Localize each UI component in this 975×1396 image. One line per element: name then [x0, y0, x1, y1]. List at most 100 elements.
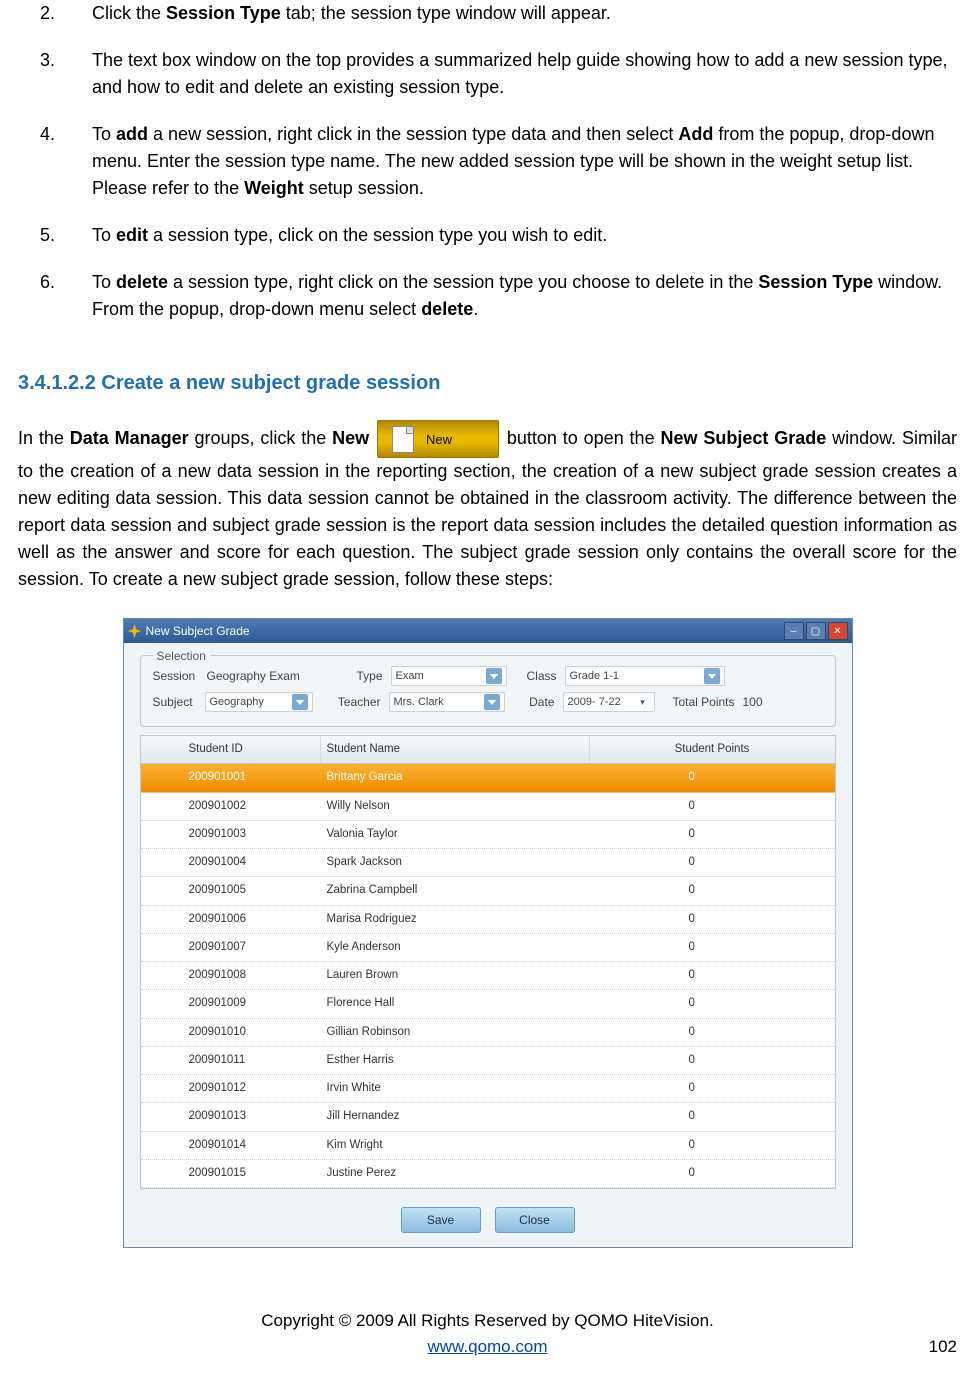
table-row[interactable]: 200901014Kim Wright0: [141, 1132, 835, 1160]
cell-student-points[interactable]: 0: [589, 1075, 835, 1102]
date-picker[interactable]: 2009- 7-22▾: [563, 692, 655, 712]
cell-student-id: 200901008: [141, 962, 321, 989]
table-row[interactable]: 200901015Justine Perez0: [141, 1160, 835, 1188]
cell-student-points[interactable]: 0: [589, 990, 835, 1017]
step-text: Click the Session Type tab; the session …: [92, 0, 957, 27]
cell-student-name: Brittany Garcia: [321, 764, 589, 791]
cell-student-points[interactable]: 0: [589, 849, 835, 876]
student-grid: Student ID Student Name Student Points 2…: [140, 735, 836, 1189]
type-combo[interactable]: Exam: [391, 666, 507, 686]
class-combo[interactable]: Grade 1-1: [565, 666, 725, 686]
selection-legend: Selection: [153, 647, 210, 665]
cell-student-id: 200901013: [141, 1103, 321, 1130]
cell-student-id: 200901012: [141, 1075, 321, 1102]
table-row[interactable]: 200901010Gillian Robinson0: [141, 1019, 835, 1047]
cell-student-points[interactable]: 0: [589, 877, 835, 904]
table-row[interactable]: 200901012Irvin White0: [141, 1075, 835, 1103]
cell-student-id: 200901003: [141, 821, 321, 848]
new-subject-grade-window: New Subject Grade – ▢ ✕ Selection Sessio…: [123, 618, 853, 1248]
cell-student-points[interactable]: 0: [589, 934, 835, 961]
cell-student-points[interactable]: 0: [589, 821, 835, 848]
step-text: The text box window on the top provides …: [92, 47, 957, 101]
step-number: 5.: [18, 222, 92, 249]
section-heading: 3.4.1.2.2 Create a new subject grade ses…: [18, 368, 957, 398]
cell-student-name: Justine Perez: [321, 1160, 589, 1187]
total-points-label: Total Points: [655, 693, 741, 711]
cell-student-id: 200901007: [141, 934, 321, 961]
cell-student-id: 200901004: [141, 849, 321, 876]
step-number: 3.: [18, 47, 92, 101]
cell-student-id: 200901002: [141, 793, 321, 820]
cell-student-id: 200901009: [141, 990, 321, 1017]
type-label: Type: [327, 667, 391, 685]
step-text: To edit a session type, click on the ses…: [92, 222, 957, 249]
subject-label: Subject: [153, 693, 205, 711]
table-row[interactable]: 200901002Willy Nelson0: [141, 793, 835, 821]
cell-student-points[interactable]: 0: [589, 962, 835, 989]
cell-student-points[interactable]: 0: [589, 764, 835, 791]
instruction-item: 4.To add a new session, right click in t…: [18, 121, 957, 202]
class-label: Class: [507, 667, 565, 685]
step-text: To delete a session type, right click on…: [92, 269, 957, 323]
close-window-button[interactable]: Close: [495, 1207, 575, 1233]
table-row[interactable]: 200901001Brittany Garcia0: [141, 764, 835, 792]
save-button[interactable]: Save: [401, 1207, 481, 1233]
maximize-button[interactable]: ▢: [806, 622, 826, 640]
cell-student-name: Irvin White: [321, 1075, 589, 1102]
table-row[interactable]: 200901004Spark Jackson0: [141, 849, 835, 877]
session-field[interactable]: Geography Exam: [205, 667, 327, 685]
table-row[interactable]: 200901005Zabrina Campbell0: [141, 877, 835, 905]
cell-student-points[interactable]: 0: [589, 1047, 835, 1074]
cell-student-points[interactable]: 0: [589, 1160, 835, 1187]
cell-student-points[interactable]: 0: [589, 1132, 835, 1159]
total-points-field[interactable]: 100: [741, 693, 783, 711]
cell-student-points[interactable]: 0: [589, 1019, 835, 1046]
step-text: To add a new session, right click in the…: [92, 121, 957, 202]
cell-student-points[interactable]: 0: [589, 906, 835, 933]
col-student-id[interactable]: Student ID: [141, 736, 321, 763]
cell-student-name: Kyle Anderson: [321, 934, 589, 961]
cell-student-name: Gillian Robinson: [321, 1019, 589, 1046]
cell-student-id: 200901010: [141, 1019, 321, 1046]
cell-student-name: Kim Wright: [321, 1132, 589, 1159]
dropdown-arrow-icon: [484, 694, 500, 710]
cell-student-id: 200901006: [141, 906, 321, 933]
cell-student-id: 200901015: [141, 1160, 321, 1187]
instruction-list: 2.Click the Session Type tab; the sessio…: [18, 0, 957, 323]
intro-paragraph: In the Data Manager groups, click the Ne…: [18, 420, 957, 593]
table-row[interactable]: 200901006Marisa Rodriguez0: [141, 906, 835, 934]
cell-student-name: Florence Hall: [321, 990, 589, 1017]
col-student-points[interactable]: Student Points: [590, 736, 835, 763]
copyright-text: Copyright © 2009 All Rights Reserved by …: [18, 1308, 957, 1334]
date-arrow-icon: ▾: [636, 695, 650, 709]
table-row[interactable]: 200901008Lauren Brown0: [141, 962, 835, 990]
document-icon: [392, 426, 414, 453]
subject-combo[interactable]: Geography: [205, 692, 313, 712]
teacher-label: Teacher: [313, 693, 389, 711]
date-label: Date: [505, 693, 563, 711]
instruction-item: 5.To edit a session type, click on the s…: [18, 222, 957, 249]
cell-student-name: Willy Nelson: [321, 793, 589, 820]
cell-student-id: 200901011: [141, 1047, 321, 1074]
table-row[interactable]: 200901003Valonia Taylor0: [141, 821, 835, 849]
grid-header: Student ID Student Name Student Points: [141, 736, 835, 764]
website-link[interactable]: www.qomo.com: [428, 1337, 548, 1356]
table-row[interactable]: 200901011Esther Harris0: [141, 1047, 835, 1075]
teacher-combo[interactable]: Mrs. Clark: [389, 692, 505, 712]
new-button[interactable]: New: [377, 420, 499, 458]
table-row[interactable]: 200901007Kyle Anderson0: [141, 934, 835, 962]
window-titlebar: New Subject Grade – ▢ ✕: [124, 619, 852, 643]
cell-student-points[interactable]: 0: [589, 793, 835, 820]
col-student-name[interactable]: Student Name: [321, 736, 590, 763]
table-row[interactable]: 200901009Florence Hall0: [141, 990, 835, 1018]
step-number: 2.: [18, 0, 92, 27]
cell-student-name: Zabrina Campbell: [321, 877, 589, 904]
button-bar: Save Close: [124, 1199, 852, 1247]
selection-group: Selection Session Geography Exam Type Ex…: [140, 655, 836, 727]
close-button[interactable]: ✕: [828, 622, 848, 640]
new-button-label: New: [426, 430, 452, 450]
cell-student-id: 200901005: [141, 877, 321, 904]
minimize-button[interactable]: –: [784, 622, 804, 640]
cell-student-points[interactable]: 0: [589, 1103, 835, 1130]
table-row[interactable]: 200901013Jill Hernandez0: [141, 1103, 835, 1131]
